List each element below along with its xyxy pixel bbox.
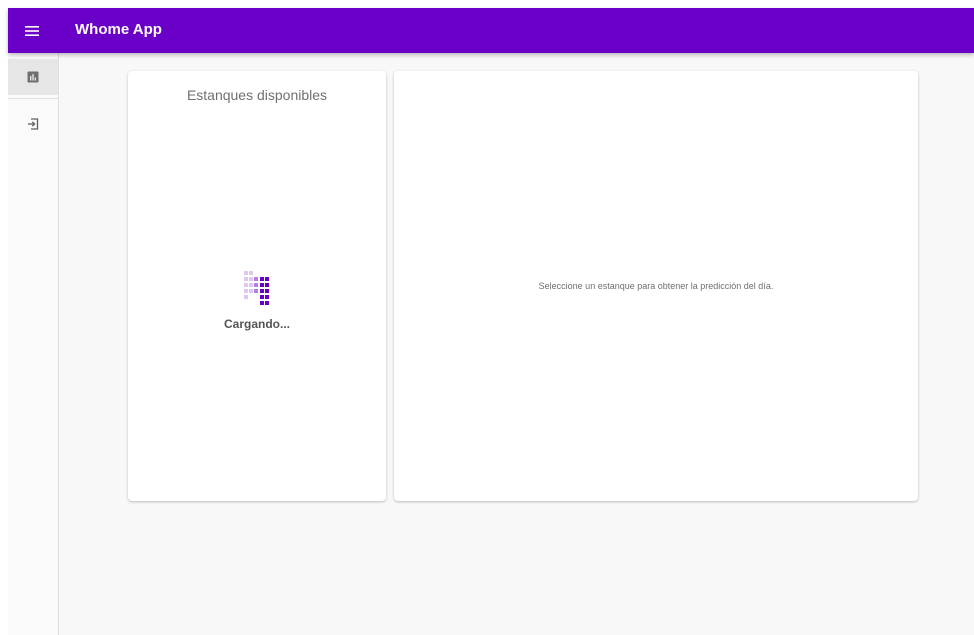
sidebar-item-logout[interactable] (8, 106, 58, 142)
app-bar: Whome App (8, 8, 974, 53)
sidebar (8, 53, 59, 635)
app-title: Whome App (75, 21, 162, 38)
menu-icon (25, 26, 39, 36)
menu-button[interactable] (20, 19, 44, 43)
main-content: Estanques disponibles Cargando... Selecc… (59, 53, 974, 635)
bar-chart-icon (27, 71, 39, 83)
sidebar-divider (8, 98, 58, 99)
loading-label: Cargando... (223, 317, 290, 331)
tanks-card: Estanques disponibles Cargando... (128, 71, 386, 501)
logout-icon (28, 118, 39, 130)
loading-dots-icon (244, 271, 269, 305)
sidebar-item-dashboard[interactable] (8, 59, 58, 95)
prediction-card: Seleccione un estanque para obtener la p… (394, 71, 918, 501)
prediction-empty-message: Seleccione un estanque para obtener la p… (538, 281, 774, 291)
tanks-card-title: Estanques disponibles (186, 87, 328, 103)
